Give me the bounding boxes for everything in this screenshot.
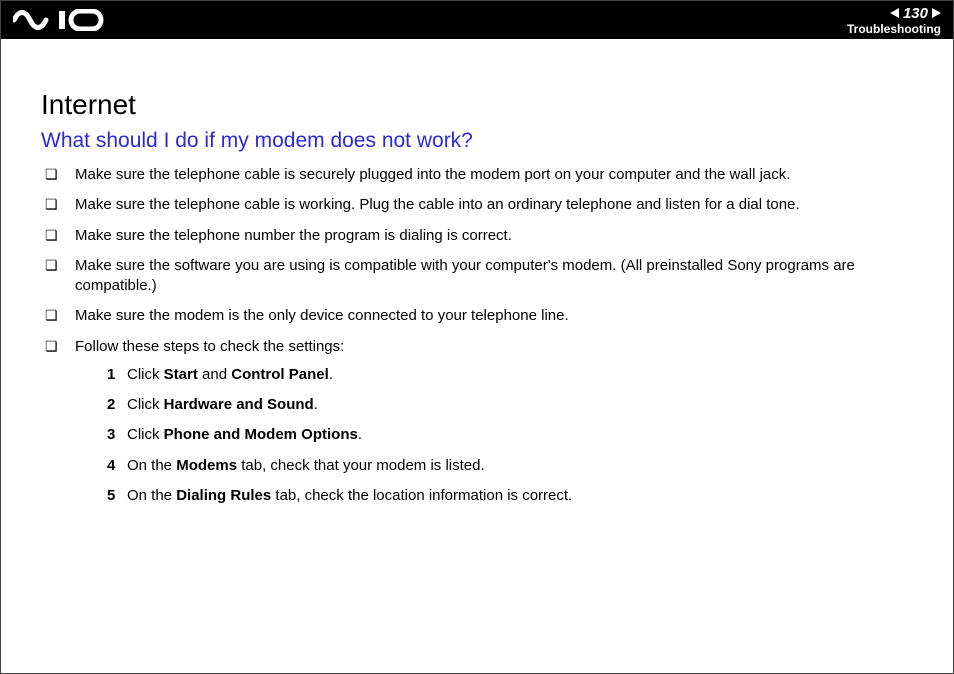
step-item: Click Start and Control Panel. [127,365,913,385]
prev-page-arrow-icon[interactable] [890,8,899,18]
list-item-text: Follow these steps to check the settings… [75,338,344,355]
list-item: Make sure the software you are using is … [71,256,913,297]
step-item: Click Phone and Modem Options. [127,425,913,445]
step-item: On the Modems tab, check that your modem… [127,456,913,476]
manual-page: 130 Troubleshooting Internet What should… [0,0,954,674]
section-label: Troubleshooting [847,23,941,35]
list-item: Make sure the modem is the only device c… [71,306,913,326]
list-item: Make sure the telephone cable is securel… [71,165,913,185]
vaio-logo [13,1,109,39]
vaio-logo-svg [13,9,109,31]
list-item: Make sure the telephone cable is working… [71,195,913,215]
page-nav: 130 Troubleshooting [847,6,941,35]
list-item: Make sure the telephone number the progr… [71,226,913,246]
question-heading: What should I do if my modem does not wo… [41,129,913,153]
page-number: 130 [903,6,928,21]
step-list: Click Start and Control Panel. Click Har… [75,365,913,506]
page-title: Internet [41,89,913,121]
list-item: Follow these steps to check the settings… [71,337,913,507]
bullet-list: Make sure the telephone cable is securel… [41,165,913,506]
page-header: 130 Troubleshooting [1,1,953,39]
page-content: Internet What should I do if my modem do… [1,39,953,506]
next-page-arrow-icon[interactable] [932,8,941,18]
step-item: Click Hardware and Sound. [127,395,913,415]
step-item: On the Dialing Rules tab, check the loca… [127,486,913,506]
